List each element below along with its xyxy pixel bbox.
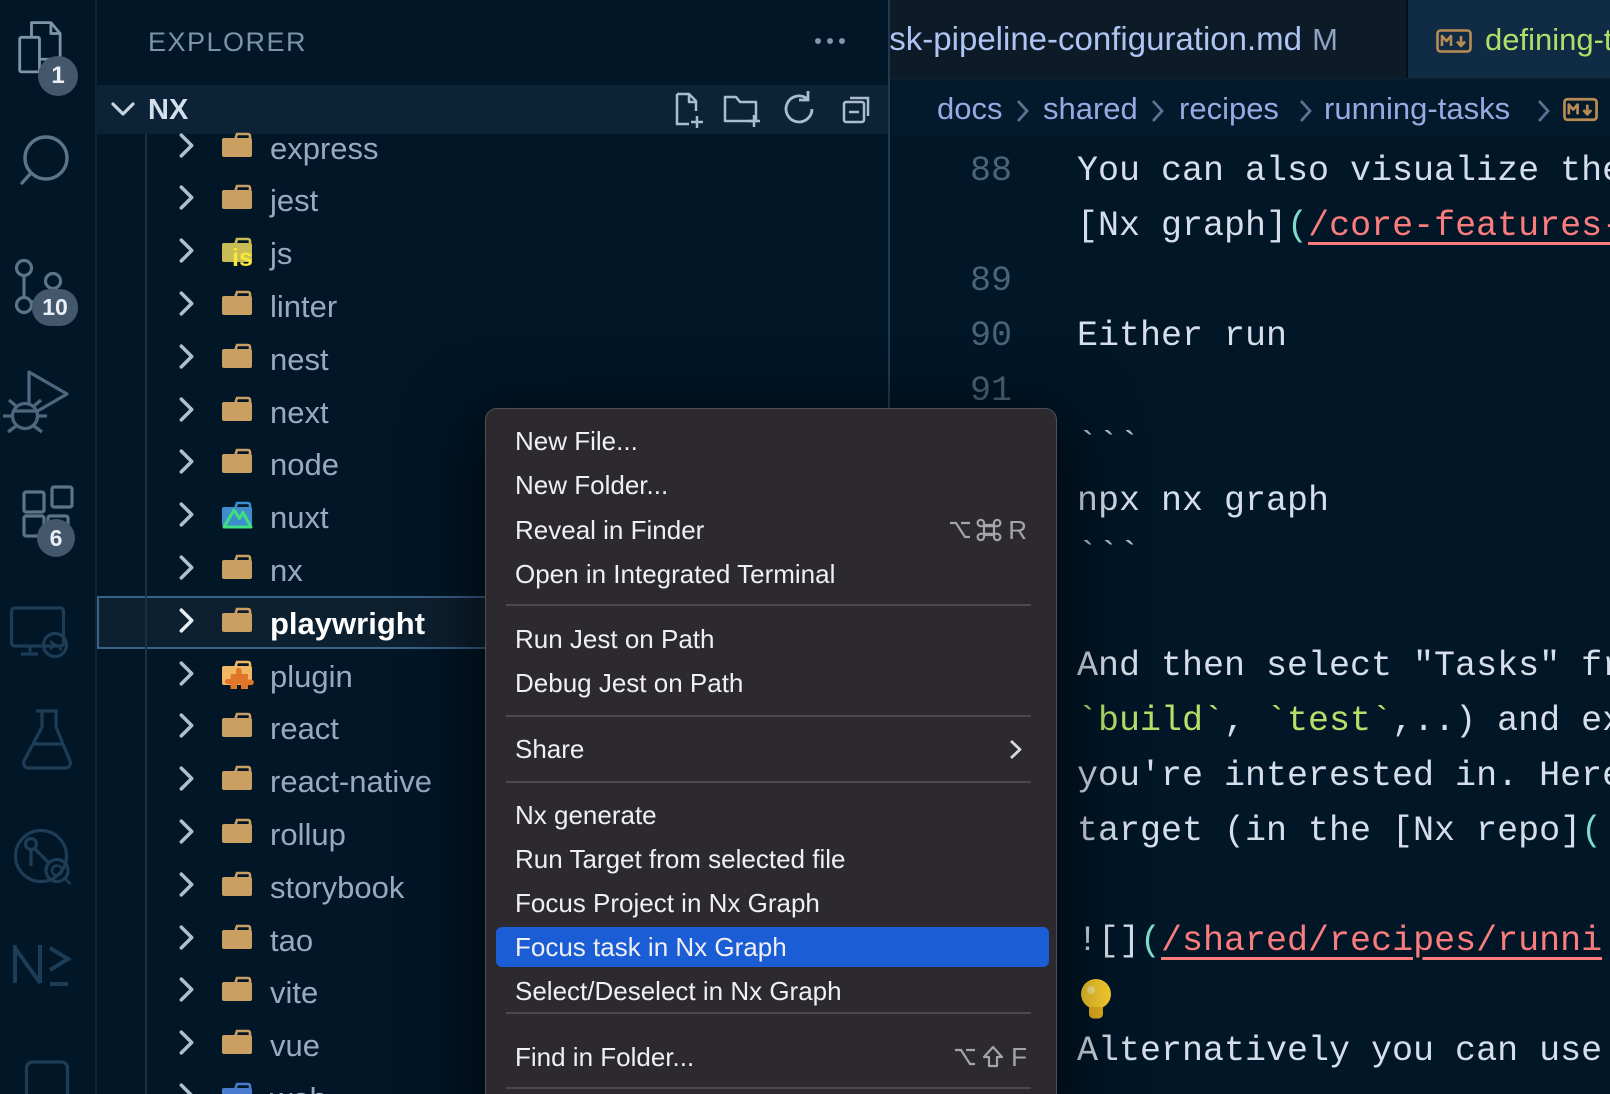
svg-text:js: js — [231, 244, 253, 266]
